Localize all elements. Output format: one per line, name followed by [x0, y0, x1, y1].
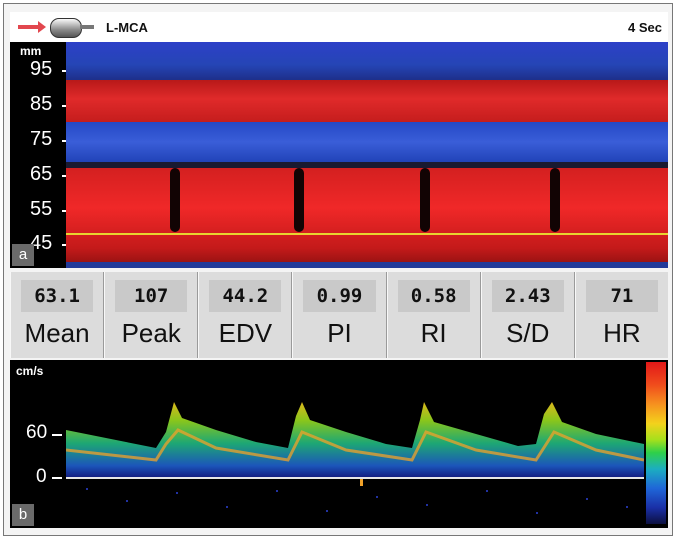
depth-tick: 65 [30, 163, 71, 185]
metric-hr: 71 HR [574, 272, 668, 358]
depth-tick: 95 [30, 58, 71, 80]
depth-unit: mm [20, 44, 42, 58]
flow-band-toward [66, 168, 668, 268]
flow-band-toward [66, 80, 668, 122]
metric-sd: 2.43 S/D [480, 272, 575, 358]
doppler-spectrum [65, 360, 645, 528]
arrow-right-icon [18, 21, 46, 33]
velocity-tickmark [52, 477, 62, 479]
mmode-image [66, 42, 668, 268]
spectrum-svg [65, 402, 645, 514]
panel-label-b: b [12, 504, 34, 526]
metric-pi: 0.99 PI [292, 272, 387, 358]
zero-baseline [66, 477, 644, 479]
metric-label: RI [420, 318, 447, 348]
header-bar: L-MCA 4 Sec [10, 12, 668, 43]
metric-label: S/D [506, 318, 550, 348]
depth-tick: 85 [30, 93, 71, 115]
vessel-label: L-MCA [106, 20, 148, 35]
metric-label: PI [327, 318, 352, 348]
metric-value: 44.2 [209, 280, 282, 312]
artifact-mark [360, 478, 363, 486]
metric-value: 0.58 [397, 280, 470, 312]
metric-value: 0.99 [303, 280, 376, 312]
velocity-colorbar [646, 362, 666, 524]
systolic-gap [170, 168, 180, 232]
systolic-gap [420, 168, 430, 232]
metric-label: Mean [24, 318, 90, 348]
metric-edv: 44.2 EDV [198, 272, 293, 358]
metric-label: Peak [121, 318, 181, 348]
velocity-tick: 0 [36, 466, 47, 487]
probe-cable-icon [80, 25, 94, 29]
panel-label-a: a [12, 244, 34, 266]
metric-value: 71 [585, 280, 658, 312]
metric-ri: 0.58 RI [386, 272, 481, 358]
metric-value: 107 [115, 280, 188, 312]
flow-envelope [66, 402, 644, 477]
velocity-tickmark [52, 434, 62, 436]
flow-band-away [66, 42, 668, 80]
flow-band-away [66, 122, 668, 162]
mmode-panel: mm 95 85 75 65 55 45 a [10, 42, 668, 268]
time-scale-label: 4 Sec [628, 20, 662, 35]
metric-mean: 63.1 Mean [10, 272, 105, 358]
metric-label: HR [603, 318, 641, 348]
velocity-tick: 60 [26, 422, 48, 443]
systolic-gap [550, 168, 560, 232]
flow-band-away [66, 262, 668, 268]
noise-speckle [86, 488, 628, 514]
depth-axis: mm 95 85 75 65 55 45 [10, 42, 71, 268]
velocity-unit: cm/s [16, 364, 44, 378]
spectral-panel: cm/s 60 0 b [10, 360, 668, 528]
depth-tick: 55 [30, 198, 71, 220]
metric-value: 2.43 [491, 280, 564, 312]
metrics-row: 63.1 Mean 107 Peak 44.2 EDV 0.99 PI 0.58… [10, 272, 668, 358]
depth-tick: 75 [30, 128, 71, 150]
probe-icon [50, 18, 82, 38]
systolic-gap [294, 168, 304, 232]
metric-peak: 107 Peak [104, 272, 199, 358]
metric-value: 63.1 [21, 280, 94, 312]
metric-label: EDV [218, 318, 273, 348]
sample-gate-line [66, 233, 668, 235]
